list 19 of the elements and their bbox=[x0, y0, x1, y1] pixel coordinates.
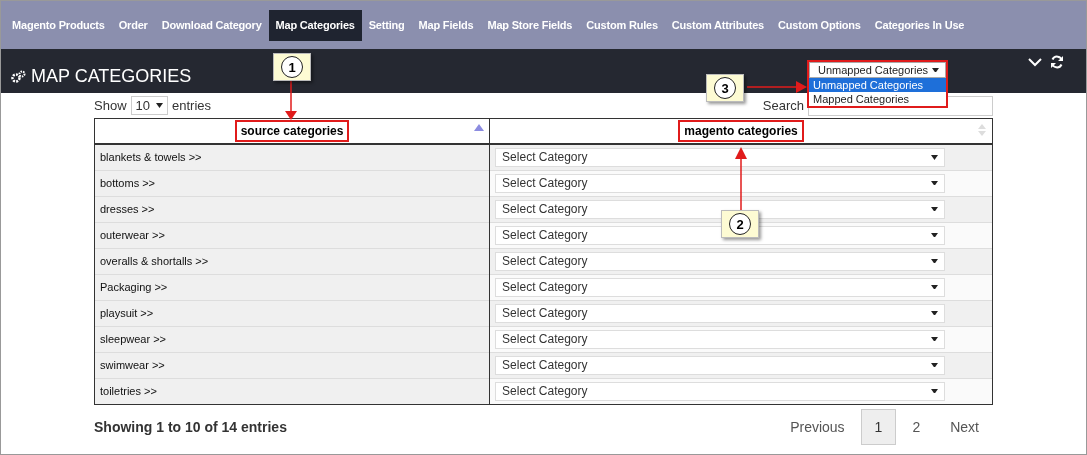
callout-number: 2 bbox=[729, 213, 751, 235]
show-label: Show bbox=[94, 98, 127, 113]
source-category: swimwear >> bbox=[100, 359, 165, 371]
source-category: overalls & shortalls >> bbox=[100, 255, 209, 267]
source-category: blankets & towels >> bbox=[100, 151, 202, 164]
source-category: playsuit >> bbox=[100, 307, 154, 319]
source-category: sleepwear >> bbox=[100, 333, 167, 345]
entries-label: entries bbox=[172, 98, 212, 113]
source-category: dresses >> bbox=[100, 203, 155, 215]
source-category: Packaging >> bbox=[100, 281, 168, 293]
search-label: Search bbox=[762, 98, 804, 113]
callout-number: 3 bbox=[714, 77, 736, 99]
source-category: toiletries >> bbox=[100, 385, 157, 397]
panel-title: MAP CATEGORIES bbox=[31, 65, 192, 87]
callout-number: 1 bbox=[281, 56, 303, 78]
source-category: outerwear >> bbox=[100, 229, 165, 241]
filter-value: Unmapped Categories bbox=[818, 64, 929, 76]
entries-info: Showing 1 to 10 of 14 entries bbox=[94, 418, 287, 435]
source-category: bottoms >> bbox=[100, 177, 156, 189]
